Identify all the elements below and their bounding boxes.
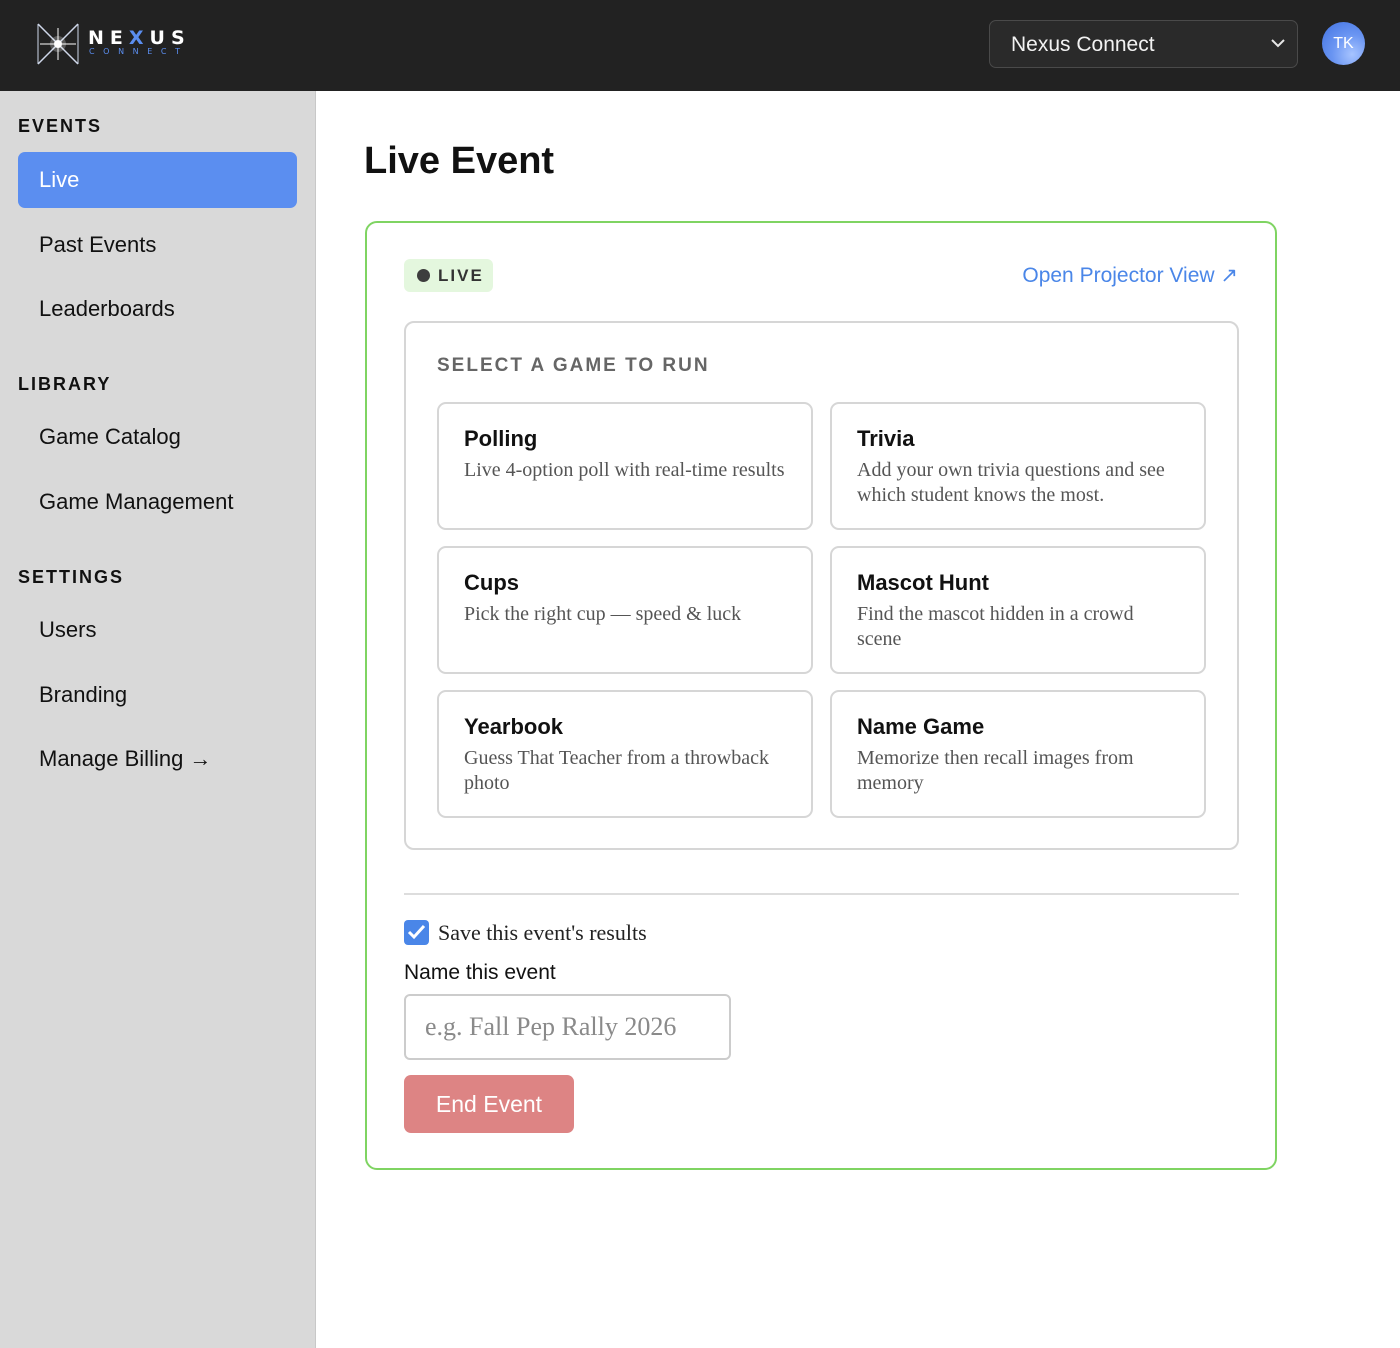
sidebar-item-game-management[interactable]: Game Management xyxy=(18,474,297,530)
divider xyxy=(404,893,1239,895)
sidebar-section-library: LIBRARY xyxy=(18,374,112,394)
game-card-description: Guess That Teacher from a throwback phot… xyxy=(464,747,769,794)
game-selection-panel: SELECT A GAME TO RUN Polling Live 4-opti… xyxy=(404,321,1239,850)
game-card-cups[interactable]: Cups Pick the right cup — speed & luck xyxy=(437,546,813,674)
sidebar-item-branding[interactable]: Branding xyxy=(18,667,297,723)
sidebar-item-label: Manage Billing → xyxy=(39,746,212,771)
game-card-trivia[interactable]: Trivia Add your own trivia questions and… xyxy=(830,402,1206,530)
game-card-description: Add your own trivia questions and see wh… xyxy=(857,459,1165,506)
game-card-description: Pick the right cup — speed & luck xyxy=(464,603,742,625)
sidebar-item-manage-billing[interactable]: Manage Billing → xyxy=(18,731,297,787)
game-card-title: Cups xyxy=(464,570,519,595)
page-title: Live Event xyxy=(364,140,555,182)
game-card-title: Name Game xyxy=(857,714,985,739)
sidebar-item-leaderboards[interactable]: Leaderboards xyxy=(18,281,297,337)
live-event-card: LIVE Open Projector View ↗ SELECT A GAME… xyxy=(365,221,1277,1170)
sidebar-item-game-catalog[interactable]: Game Catalog xyxy=(18,409,297,465)
status-badge-label: LIVE xyxy=(438,266,484,285)
game-card-description: Live 4-option poll with real-time result… xyxy=(464,459,785,481)
game-card-polling[interactable]: Polling Live 4-option poll with real-tim… xyxy=(437,402,813,530)
game-card-description: Find the mascot hidden in a crowd scene xyxy=(857,603,1134,650)
logo-wordmark: NEXUS xyxy=(88,27,191,49)
open-projector-view-link[interactable]: Open Projector View ↗ xyxy=(1022,263,1238,288)
sidebar: EVENTS Live Past Events Leaderboards LIB… xyxy=(0,91,316,1348)
nexus-logo[interactable]: NEXUS CONNECT xyxy=(34,20,185,68)
end-event-button[interactable]: End Event xyxy=(404,1075,574,1133)
sidebar-item-users[interactable]: Users xyxy=(18,602,297,658)
game-card-title: Yearbook xyxy=(464,714,564,739)
checkmark-icon xyxy=(407,924,426,940)
game-card-title: Trivia xyxy=(857,426,915,451)
live-dot-icon xyxy=(417,269,430,282)
sidebar-section-events: EVENTS xyxy=(18,116,103,136)
chevron-down-icon xyxy=(1271,39,1285,48)
sidebar-item-live[interactable]: Live xyxy=(18,152,297,208)
sidebar-item-label: Live xyxy=(39,167,80,192)
organization-select-value: Nexus Connect xyxy=(1011,33,1155,56)
starburst-logo-icon xyxy=(37,23,79,65)
save-results-checkbox[interactable] xyxy=(404,920,429,945)
game-panel-label: SELECT A GAME TO RUN xyxy=(437,355,710,376)
organization-select[interactable]: Nexus Connect xyxy=(989,20,1298,68)
game-card-title: Mascot Hunt xyxy=(857,570,989,595)
save-results-label[interactable]: Save this event's results xyxy=(438,920,647,946)
game-card-mascot-hunt[interactable]: Mascot Hunt Find the mascot hidden in a … xyxy=(830,546,1206,674)
sidebar-item-label: Branding xyxy=(39,682,128,707)
sidebar-section-settings: SETTINGS xyxy=(18,567,125,587)
sidebar-item-label: Leaderboards xyxy=(39,296,175,321)
sidebar-item-label: Game Management xyxy=(39,489,234,514)
event-name-input[interactable] xyxy=(404,994,731,1060)
event-name-label: Name this event xyxy=(404,961,556,984)
status-badge: LIVE xyxy=(404,259,493,292)
sidebar-item-label: Users xyxy=(39,617,97,642)
game-card-yearbook[interactable]: Yearbook Guess That Teacher from a throw… xyxy=(437,690,813,818)
logo-subtitle: CONNECT xyxy=(89,47,189,56)
game-card-title: Polling xyxy=(464,426,538,451)
sidebar-item-label: Game Catalog xyxy=(39,424,181,449)
sidebar-item-label: Past Events xyxy=(39,232,157,257)
sidebar-item-past-events[interactable]: Past Events xyxy=(18,217,297,273)
game-card-name-game[interactable]: Name Game Memorize then recall images fr… xyxy=(830,690,1206,818)
user-avatar[interactable]: TK xyxy=(1322,22,1365,65)
top-bar: NEXUS CONNECT Nexus Connect TK xyxy=(0,0,1400,91)
game-card-description: Memorize then recall images from memory xyxy=(857,747,1134,794)
